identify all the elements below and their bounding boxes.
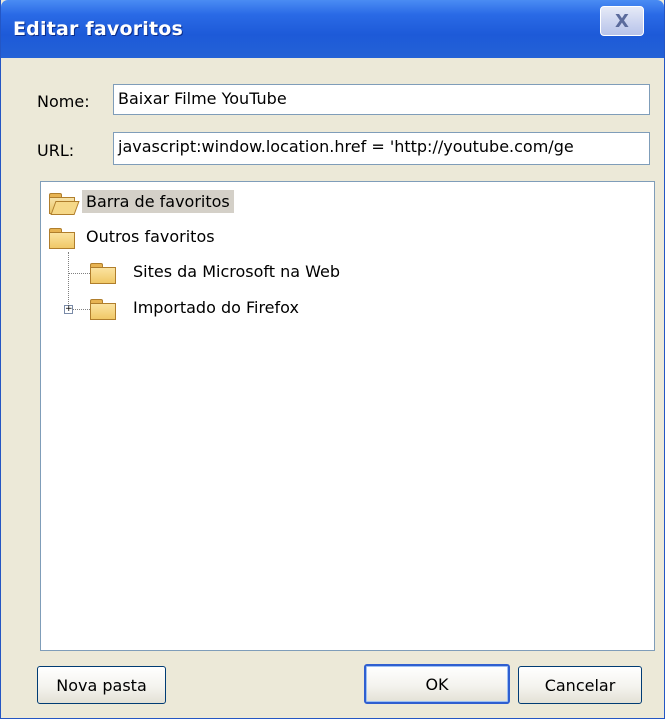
folder-icon xyxy=(90,299,116,320)
name-label: Nome: xyxy=(37,92,90,111)
ok-button[interactable]: OK xyxy=(364,664,510,704)
name-field[interactable]: Baixar Filme YouTube xyxy=(113,84,650,115)
folder-tree[interactable]: Barra de favoritos Outros favoritos Site… xyxy=(40,181,655,651)
tree-connector-line xyxy=(68,273,90,274)
tree-item-label: Sites da Microsoft na Web xyxy=(133,262,340,281)
tree-connector-line xyxy=(73,309,90,310)
folder-icon xyxy=(49,228,75,249)
url-label: URL: xyxy=(37,141,75,160)
tree-item-label: Importado do Firefox xyxy=(133,298,299,317)
edit-favorites-dialog: Editar favoritos X Nome: Baixar Filme Yo… xyxy=(0,0,665,719)
tree-item-label: Barra de favoritos xyxy=(82,190,234,213)
close-icon: X xyxy=(615,10,629,32)
url-field[interactable]: javascript:window.location.href = 'http:… xyxy=(113,132,650,165)
open-folder-icon xyxy=(49,193,80,215)
expand-plus-icon[interactable]: + xyxy=(64,305,73,314)
close-button[interactable]: X xyxy=(600,6,644,36)
dialog-title: Editar favoritos xyxy=(13,18,184,40)
tree-item-label: Outros favoritos xyxy=(86,227,215,246)
new-folder-button[interactable]: Nova pasta xyxy=(37,666,166,704)
dialog-body: Nome: Baixar Filme YouTube URL: javascri… xyxy=(3,58,662,717)
title-bar[interactable]: Editar favoritos X xyxy=(1,0,664,58)
cancel-button[interactable]: Cancelar xyxy=(518,666,642,704)
folder-icon xyxy=(90,263,116,284)
